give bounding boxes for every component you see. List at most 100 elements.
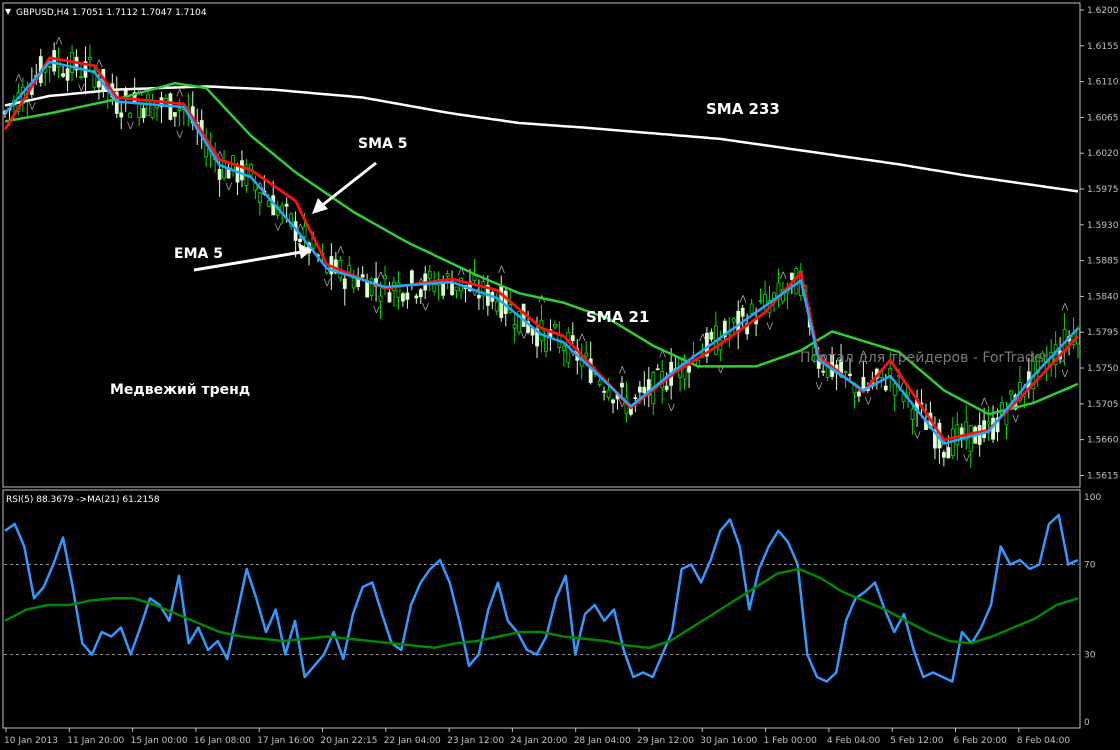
time-label: 16 Jan 08:00 bbox=[194, 736, 251, 746]
candle-body bbox=[602, 390, 606, 393]
rsi-tick-label: 100 bbox=[1084, 493, 1101, 503]
fractal-up-icon: ⋀ bbox=[14, 73, 22, 82]
time-label: 4 Feb 04:00 bbox=[827, 736, 881, 746]
candle-body bbox=[217, 168, 222, 180]
candle-body bbox=[544, 329, 548, 353]
fractal-down-icon: ⋁ bbox=[864, 396, 872, 405]
fractal-down-icon: ⋁ bbox=[962, 453, 970, 462]
candle-body bbox=[606, 389, 611, 398]
label-ema5: EMA 5 bbox=[174, 246, 223, 262]
candle-body bbox=[96, 80, 101, 88]
time-label: 1 Feb 00:00 bbox=[764, 736, 818, 746]
time-label: 30 Jan 16:00 bbox=[700, 736, 757, 746]
candle-body bbox=[454, 286, 459, 291]
candle-body bbox=[611, 399, 615, 404]
candle-body bbox=[494, 301, 499, 312]
candle-body bbox=[47, 66, 52, 68]
candle-body bbox=[222, 161, 226, 179]
candle-body bbox=[633, 397, 638, 400]
candle-body bbox=[789, 272, 794, 280]
header-triangle-icon[interactable]: ▼ bbox=[5, 7, 12, 16]
price-tick-label: 1.5660 bbox=[1087, 436, 1119, 446]
fractal-down-icon: ⋁ bbox=[225, 181, 233, 190]
candle-body bbox=[620, 382, 624, 388]
candle-body bbox=[88, 57, 92, 60]
symbol-header: GBPUSD,H4 1.7051 1.7112 1.7047 1.7104 bbox=[16, 8, 207, 18]
chart-background bbox=[0, 0, 1120, 750]
time-label: 28 Jan 04:00 bbox=[574, 736, 631, 746]
candle-body bbox=[387, 292, 392, 303]
candle-body bbox=[843, 371, 848, 374]
fractal-down-icon: ⋁ bbox=[126, 121, 134, 130]
candle-body bbox=[284, 203, 289, 207]
candle-body bbox=[539, 319, 544, 342]
price-tick-label: 1.5795 bbox=[1087, 328, 1119, 338]
candle-body bbox=[172, 112, 177, 117]
price-tick-label: 1.5930 bbox=[1087, 221, 1119, 231]
candle-body bbox=[347, 265, 352, 273]
fractal-down-icon: ⋁ bbox=[913, 430, 921, 439]
candle-body bbox=[941, 452, 946, 458]
price-tick-label: 1.5705 bbox=[1087, 400, 1119, 410]
rsi-header: RSI(5) 88.3679 ->MA(21) 61.2158 bbox=[6, 495, 160, 505]
time-label: 15 Jan 00:00 bbox=[131, 736, 188, 746]
candle-body bbox=[177, 108, 182, 112]
candle-body bbox=[441, 282, 446, 296]
fractal-up-icon: ⋀ bbox=[55, 36, 63, 45]
candle-body bbox=[418, 289, 423, 298]
candle-body bbox=[794, 268, 799, 295]
time-label: 8 Feb 04:00 bbox=[1017, 736, 1071, 746]
time-label: 24 Jan 20:00 bbox=[510, 736, 567, 746]
candle-body bbox=[342, 278, 347, 289]
time-label: 10 Jan 2013 bbox=[4, 736, 58, 746]
fractal-up-icon: ⋀ bbox=[578, 332, 586, 341]
candle-body bbox=[982, 420, 987, 439]
price-tick-label: 1.6200 bbox=[1087, 6, 1119, 16]
candle-body bbox=[365, 281, 370, 298]
candle-body bbox=[450, 283, 454, 296]
candle-body bbox=[861, 377, 866, 391]
fractal-down-icon: ⋁ bbox=[1061, 369, 1069, 378]
candle-body bbox=[664, 385, 669, 391]
time-label: 23 Jan 12:00 bbox=[447, 736, 504, 746]
time-label: 29 Jan 12:00 bbox=[637, 736, 694, 746]
price-tick-label: 1.5885 bbox=[1087, 257, 1119, 267]
fractal-down-icon: ⋁ bbox=[77, 83, 85, 92]
candle-body bbox=[298, 238, 302, 243]
candle-body bbox=[749, 303, 754, 314]
price-tick-label: 1.6020 bbox=[1087, 149, 1119, 159]
candle-body bbox=[401, 293, 405, 302]
fractal-up-icon: ⋀ bbox=[739, 294, 747, 303]
trading-chart[interactable]: ⋀⋁⋀⋁⋀⋁⋀ ⋀⋁⋀⋁ ⋀⋁ ⋀⋁⋀⋁⋀⋀⋁⋀⋁⋀⋁⋀⋁⋀⋀⋁⋀⋁⋀⋁⋀⋁⋀⋁⋀ ⋀⋁… bbox=[0, 0, 1120, 750]
candle-body bbox=[986, 421, 991, 425]
candle-body bbox=[512, 323, 517, 329]
fractal-up-icon: ⋀ bbox=[336, 245, 344, 254]
fractal-down-icon: ⋁ bbox=[175, 129, 183, 138]
candle-body bbox=[302, 226, 307, 237]
time-label: 6 Feb 20:00 bbox=[954, 736, 1008, 746]
candle-body bbox=[383, 275, 387, 280]
candle-body bbox=[1009, 390, 1013, 395]
price-tick-label: 1.6065 bbox=[1087, 113, 1119, 123]
fractal-down-icon: ⋁ bbox=[421, 302, 429, 311]
candle-body bbox=[137, 103, 142, 119]
rsi-tick-label: 0 bbox=[1084, 718, 1090, 728]
candle-body bbox=[883, 385, 888, 391]
candle-body bbox=[360, 274, 365, 278]
time-label: 11 Jan 20:00 bbox=[67, 736, 124, 746]
candle-body bbox=[709, 331, 714, 340]
candle-body bbox=[655, 368, 660, 371]
price-tick-label: 1.6155 bbox=[1087, 42, 1119, 52]
candle-body bbox=[892, 383, 897, 396]
fractal-down-icon: ⋁ bbox=[372, 305, 380, 314]
fractal-up-icon: ⋀ bbox=[779, 271, 787, 280]
candle-body bbox=[432, 284, 437, 292]
fractal-down-icon: ⋁ bbox=[1011, 413, 1019, 422]
fractal-up-icon: ⋀ bbox=[175, 88, 183, 97]
rsi-tick-label: 30 bbox=[1084, 651, 1096, 661]
label-sma233: SMA 233 bbox=[706, 100, 780, 118]
candle-body bbox=[821, 370, 826, 373]
candle-body bbox=[235, 166, 240, 183]
rsi-tick-label: 70 bbox=[1084, 561, 1096, 571]
candle-body bbox=[52, 50, 57, 72]
